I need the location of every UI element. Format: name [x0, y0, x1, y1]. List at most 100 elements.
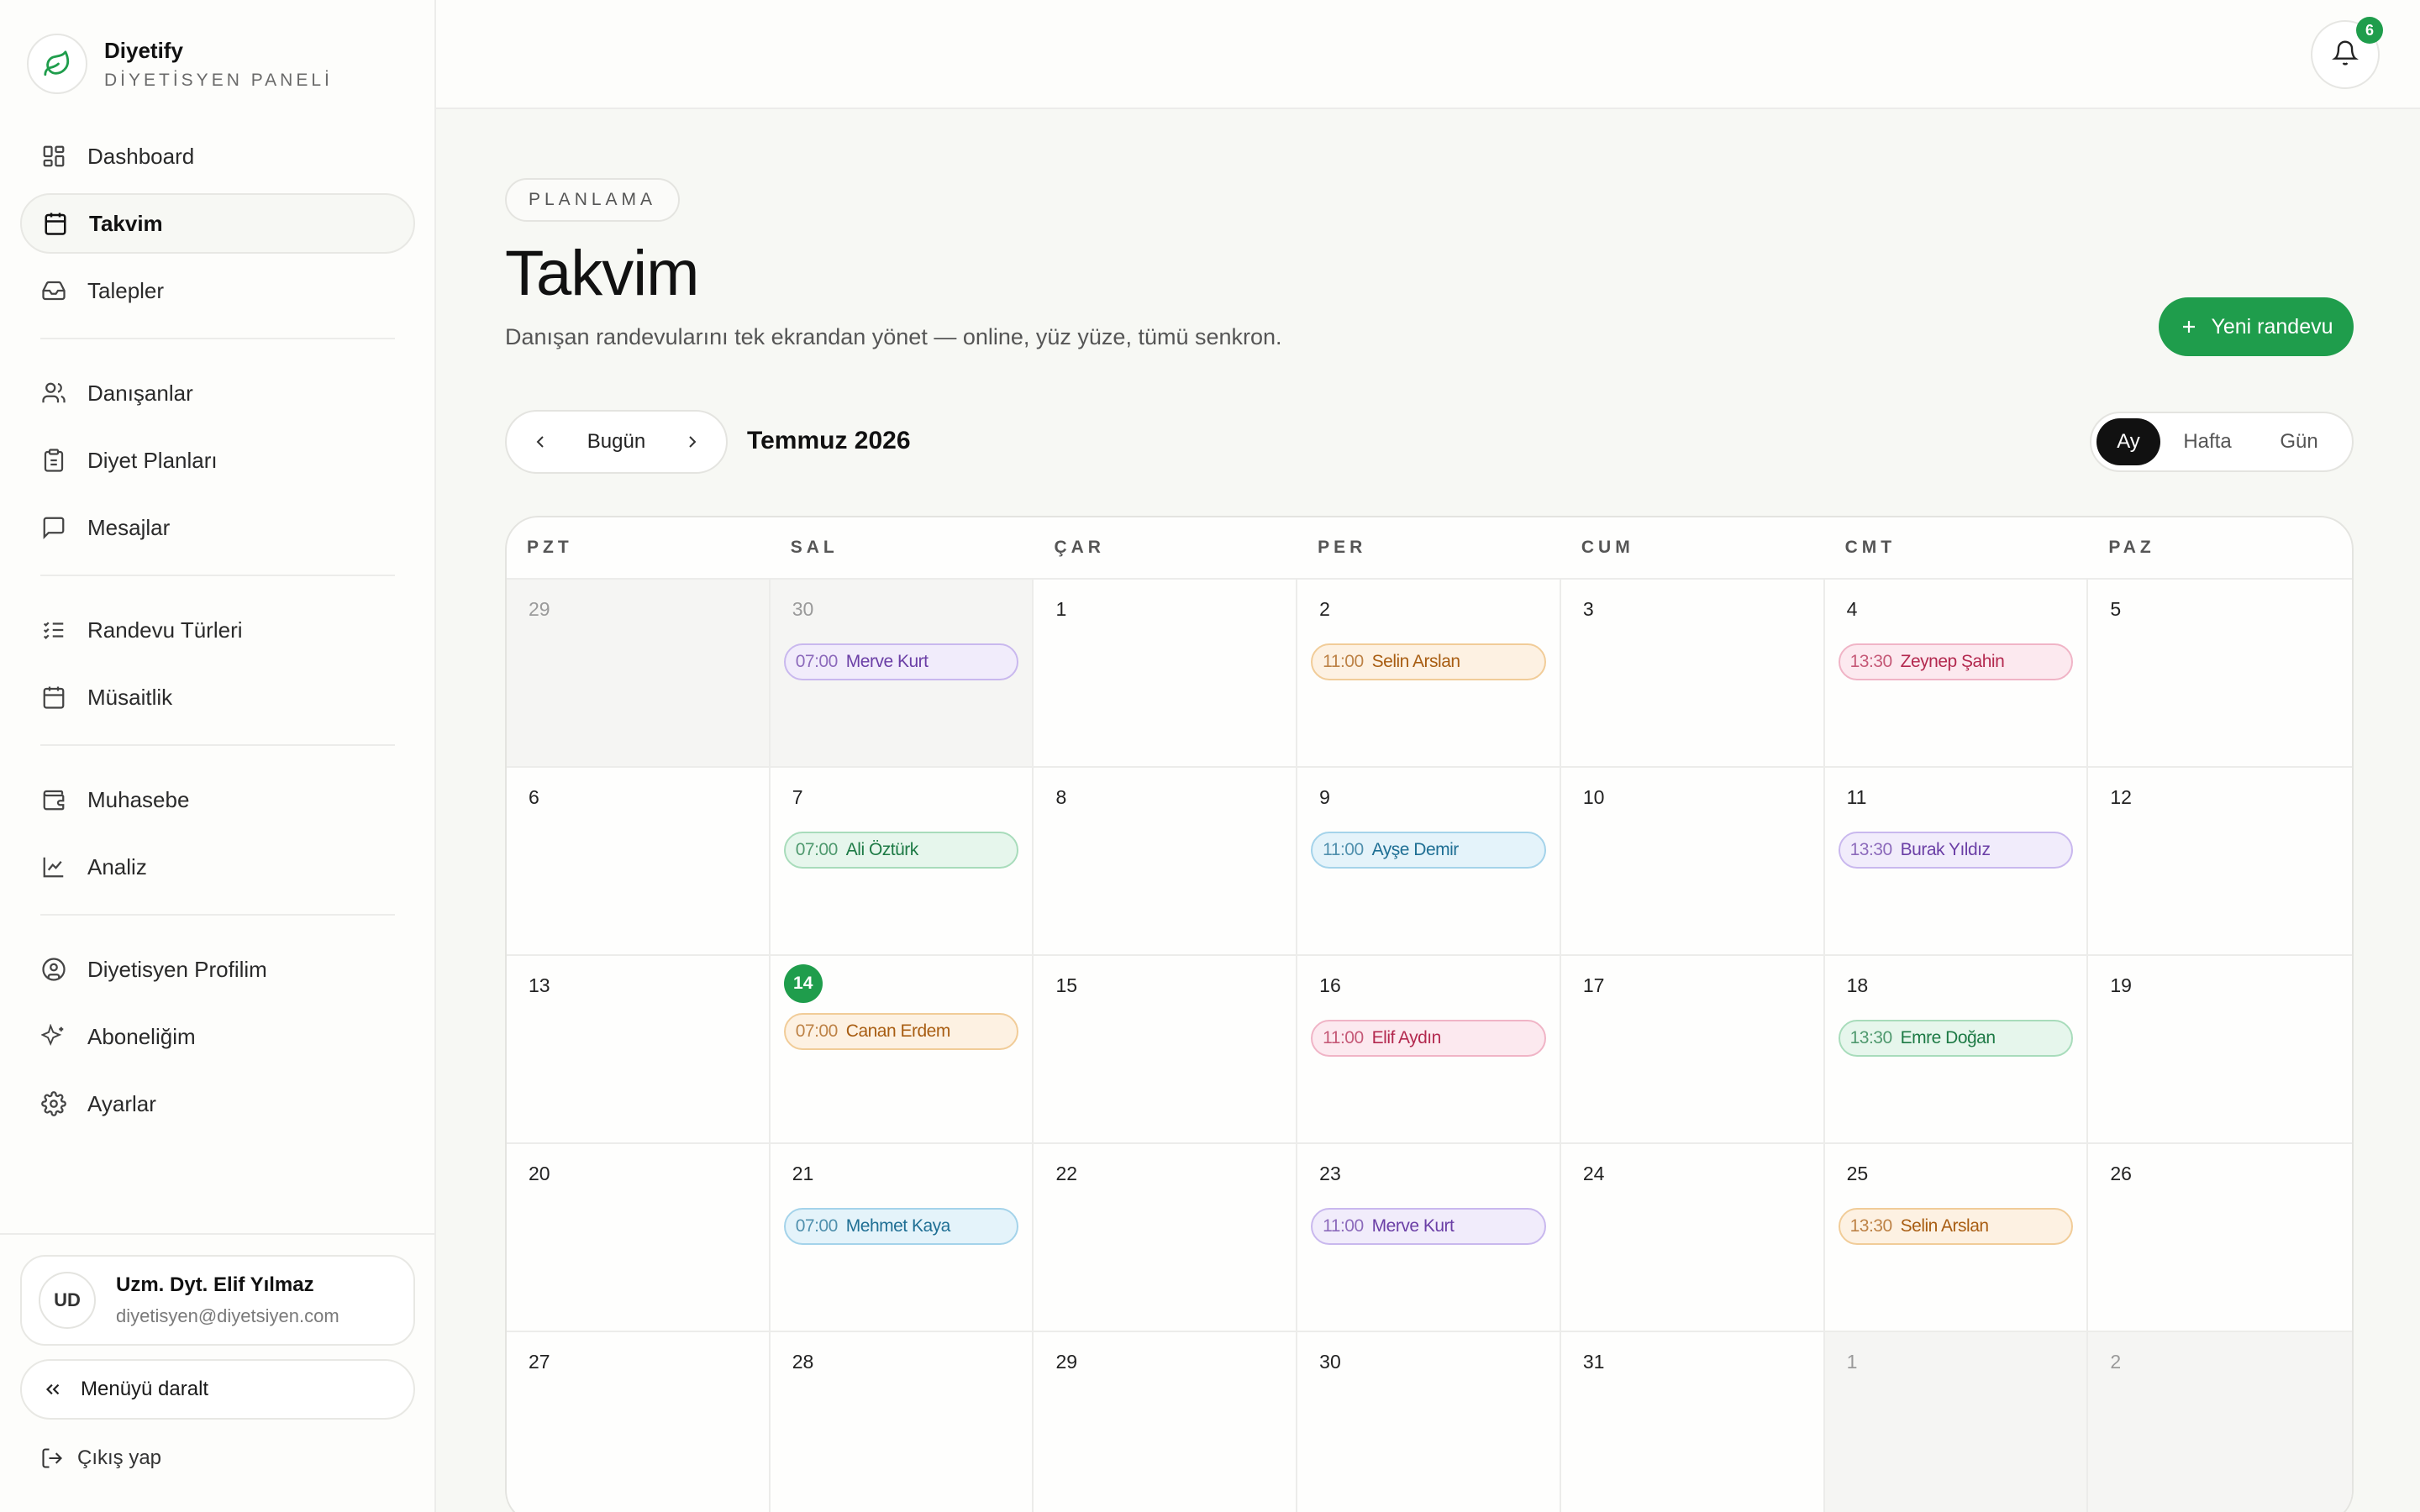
- calendar-day-cell[interactable]: 10: [1561, 768, 1825, 954]
- appointment-chip[interactable]: 07:00 Mehmet Kaya: [783, 1208, 1019, 1245]
- calendar-day-cell[interactable]: 29: [507, 580, 771, 766]
- calendar-day-cell[interactable]: 20: [507, 1144, 771, 1331]
- day-number: 23: [1319, 1163, 1341, 1184]
- calendar-day-cell[interactable]: 6: [507, 768, 771, 954]
- appointment-chip[interactable]: 07:00 Canan Erdem: [783, 1013, 1019, 1050]
- calendar-day-cell[interactable]: 12: [2088, 768, 2352, 954]
- calendar-day-cell[interactable]: 4 13:30 Zeynep Şahin: [1825, 580, 2089, 766]
- calendar-day-cell[interactable]: 30 07:00 Merve Kurt: [770, 580, 1034, 766]
- calendar-day-cell[interactable]: 30: [1297, 1332, 1561, 1512]
- view-switcher: Ay Hafta Gün: [2090, 412, 2354, 472]
- day-number: 1: [1846, 1351, 1858, 1373]
- calendar-day-cell[interactable]: 16 11:00 Elif Aydın: [1297, 956, 1561, 1142]
- brand-name: Diyetify: [104, 37, 183, 63]
- calendar-day-cell[interactable]: 5: [2088, 580, 2352, 766]
- appointment-chip[interactable]: 07:00 Merve Kurt: [783, 643, 1019, 680]
- sidebar-item-talepler[interactable]: Talepler: [20, 260, 415, 321]
- day-number: 8: [1055, 786, 1067, 808]
- sidebar-item-diyetisyen-profilim[interactable]: Diyetisyen Profilim: [20, 939, 415, 1000]
- calendar-day-cell[interactable]: 23 11:00 Merve Kurt: [1297, 1144, 1561, 1331]
- sidebar-item-mesajlar[interactable]: Mesajlar: [20, 497, 415, 558]
- sidebar-item-label: Mesajlar: [87, 514, 171, 540]
- sidebar-item-takvim[interactable]: Takvim: [20, 193, 415, 254]
- calendar-day-cell[interactable]: 18 13:30 Emre Doğan: [1825, 956, 2089, 1142]
- appointment-chip[interactable]: 11:00 Ayşe Demir: [1311, 832, 1546, 869]
- sidebar-item-aboneligim[interactable]: Aboneliğim: [20, 1006, 415, 1067]
- calendar-day-cell[interactable]: 31: [1561, 1332, 1825, 1512]
- sidebar-item-musaitlik[interactable]: Müsaitlik: [20, 667, 415, 727]
- weekday-label: PZT: [527, 538, 573, 557]
- appointment-chip[interactable]: 11:00 Elif Aydın: [1311, 1020, 1546, 1057]
- view-day-button[interactable]: Gün: [2254, 418, 2344, 465]
- calendar-day-cell[interactable]: 3: [1561, 580, 1825, 766]
- calendar-day-cell[interactable]: 27: [507, 1332, 771, 1512]
- message-icon: [40, 514, 67, 541]
- sidebar-item-ayarlar[interactable]: Ayarlar: [20, 1074, 415, 1134]
- notifications-button[interactable]: 6: [2311, 17, 2383, 89]
- calendar-day-cell[interactable]: 26: [2088, 1144, 2352, 1331]
- view-month-button[interactable]: Ay: [2096, 418, 2160, 465]
- new-appointment-button[interactable]: Yeni randevu: [2159, 297, 2354, 356]
- appointment-chip[interactable]: 07:00 Ali Öztürk: [783, 832, 1019, 869]
- date-navigation: Bugün: [505, 410, 728, 474]
- calendar-day-cell[interactable]: 2 11:00 Selin Arslan: [1297, 580, 1561, 766]
- day-number: 1: [1055, 598, 1067, 620]
- day-number: 17: [1582, 974, 1605, 996]
- divider: [40, 914, 395, 916]
- appointment-chip[interactable]: 13:30 Burak Yıldız: [1838, 832, 2074, 869]
- brand[interactable]: Diyetify DİYETİSYEN PANELİ: [27, 34, 333, 94]
- calendar-day-cell[interactable]: 24: [1561, 1144, 1825, 1331]
- chart-line-icon: [40, 853, 67, 880]
- month-label: Temmuz 2026: [747, 427, 911, 454]
- appointment-time: 07:00: [795, 1216, 839, 1236]
- appointment-client-name: Ali Öztürk: [845, 840, 919, 859]
- calendar-day-cell[interactable]: 28: [771, 1332, 1034, 1512]
- calendar-day-cell[interactable]: 15: [1034, 956, 1298, 1142]
- sidebar-item-dashboard[interactable]: Dashboard: [20, 126, 415, 186]
- appointment-chip[interactable]: 13:30 Emre Doğan: [1838, 1020, 2074, 1057]
- calendar-day-cell[interactable]: 9 11:00 Ayşe Demir: [1297, 768, 1561, 954]
- calendar-day-cell[interactable]: 25 13:30 Selin Arslan: [1825, 1144, 2089, 1331]
- sidebar-item-diyet-planlari[interactable]: Diyet Planları: [20, 430, 415, 491]
- appointment-chip[interactable]: 13:30 Zeynep Şahin: [1838, 643, 2074, 680]
- appointment-chip[interactable]: 11:00 Merve Kurt: [1311, 1208, 1546, 1245]
- calendar-day-cell[interactable]: 29: [1034, 1332, 1298, 1512]
- day-number: 3: [1582, 598, 1594, 620]
- calendar-days-icon: [40, 684, 67, 711]
- sidebar-item-muhasebe[interactable]: Muhasebe: [20, 769, 415, 830]
- calendar-day-cell[interactable]: 11 13:30 Burak Yıldız: [1825, 768, 2089, 954]
- calendar-day-cell[interactable]: 21 07:00 Mehmet Kaya: [771, 1144, 1034, 1331]
- calendar-day-cell[interactable]: 22: [1034, 1144, 1298, 1331]
- calendar-day-cell[interactable]: 7 07:00 Ali Öztürk: [771, 768, 1034, 954]
- calendar-day-cell[interactable]: 17: [1561, 956, 1825, 1142]
- appointment-client-name: Merve Kurt: [1371, 1216, 1455, 1236]
- today-button[interactable]: Bugün: [587, 430, 645, 454]
- sidebar-item-danisanlar[interactable]: Danışanlar: [20, 363, 415, 423]
- appointment-time: 13:30: [1849, 652, 1893, 671]
- sidebar-item-analiz[interactable]: Analiz: [20, 837, 415, 897]
- users-icon: [40, 380, 67, 407]
- calendar-day-cell[interactable]: 8: [1034, 768, 1298, 954]
- calendar-day-cell[interactable]: 19: [2088, 956, 2352, 1142]
- new-appointment-label: Yeni randevu: [2211, 314, 2333, 339]
- logout-button[interactable]: Çıkış yap: [40, 1446, 161, 1470]
- appointment-chip[interactable]: 13:30 Selin Arslan: [1838, 1208, 2074, 1245]
- plus-icon: [2179, 317, 2199, 337]
- user-card[interactable]: UD Uzm. Dyt. Elif Yılmaz diyetisyen@diye…: [20, 1255, 415, 1346]
- calendar-day-cell[interactable]: 1: [1034, 580, 1298, 766]
- appointment-chip[interactable]: 11:00 Selin Arslan: [1311, 643, 1546, 680]
- view-week-button[interactable]: Hafta: [2160, 418, 2254, 465]
- calendar-day-cell[interactable]: 1: [1824, 1332, 2089, 1512]
- chevron-left-icon[interactable]: [523, 425, 557, 459]
- appointment-client-name: Selin Arslan: [1371, 652, 1460, 671]
- wallet-icon: [40, 786, 67, 813]
- appointment-client-name: Merve Kurt: [845, 652, 929, 671]
- sidebar-item-randevu-turleri[interactable]: Randevu Türleri: [20, 600, 415, 660]
- calendar-day-cell[interactable]: 13: [507, 956, 771, 1142]
- calendar-day-cell[interactable]: 14 07:00 Canan Erdem: [771, 956, 1034, 1142]
- chevron-right-icon[interactable]: [676, 425, 709, 459]
- calendar-day-cell[interactable]: 2: [2088, 1332, 2352, 1512]
- collapse-menu-button[interactable]: Menüyü daralt: [20, 1359, 415, 1420]
- weekday-label: CMT: [1844, 538, 1897, 557]
- day-number: 30: [792, 598, 814, 620]
